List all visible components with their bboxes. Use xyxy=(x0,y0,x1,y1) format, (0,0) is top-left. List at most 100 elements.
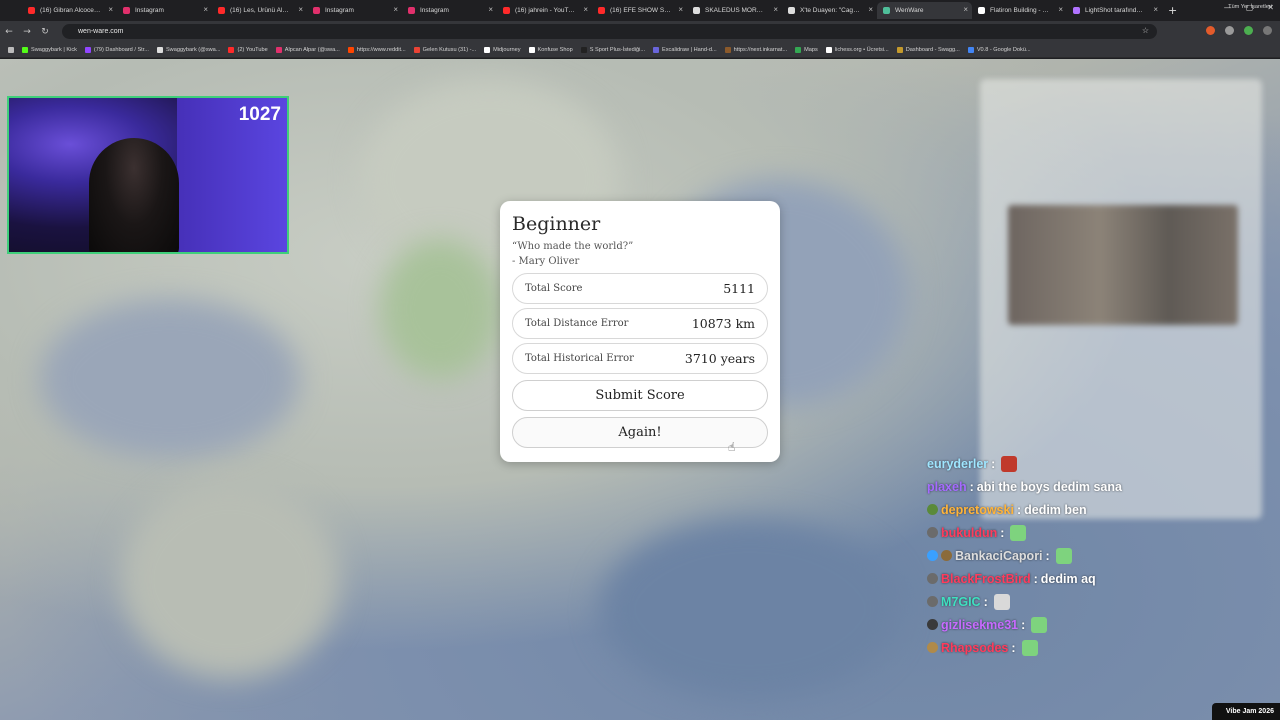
bookmark-favicon-icon xyxy=(795,46,802,53)
bookmark-favicon-icon xyxy=(84,46,91,53)
bookmark-item[interactable]: (2) YouTube xyxy=(228,46,268,53)
browser-tab[interactable]: X'te Duayen: "Cago w × xyxy=(782,2,877,19)
stream-chat-overlay: euryderler : plaxeh : abi the boys dedim … xyxy=(927,452,1187,659)
chat-emote-icon xyxy=(1021,639,1038,656)
bookmark-favicon-icon xyxy=(528,46,535,53)
bookmark-label: Swaggybark (@swa... xyxy=(165,46,221,53)
chat-separator: : xyxy=(1033,571,1038,586)
address-bar[interactable]: wen-ware.com ☆ xyxy=(62,24,1157,39)
tab-close-icon[interactable]: × xyxy=(678,5,683,14)
tab-favicon-icon xyxy=(408,7,415,14)
chat-badge-icon xyxy=(927,504,938,515)
chat-separator: : xyxy=(1045,548,1050,563)
submit-score-button[interactable]: Submit Score xyxy=(512,380,768,411)
vibe-jam-label: Vibe Jam 2026 xyxy=(1225,708,1274,715)
bookmark-favicon-icon xyxy=(580,46,587,53)
chat-text: dedim ben xyxy=(1024,502,1087,517)
bookmark-favicon-icon xyxy=(484,46,491,53)
tab-title: Instagram xyxy=(135,7,164,14)
stat-value: 3710 years xyxy=(684,351,755,366)
tab-close-icon[interactable]: × xyxy=(868,5,873,14)
browser-tab[interactable]: Instagram × xyxy=(117,2,212,19)
bookmark-item[interactable]: Midjourney xyxy=(484,46,521,53)
browser-tab[interactable]: (16) Gibran Alcocer - I × xyxy=(22,2,117,19)
tab-title: Instagram xyxy=(420,7,449,14)
browser-tab[interactable]: Instagram × xyxy=(307,2,402,19)
bookmark-item[interactable]: Gelen Kutusu (31) -... xyxy=(413,46,476,53)
all-bookmarks-folder[interactable]: Tüm Yer İşaretleri xyxy=(1228,4,1272,10)
vibe-jam-badge[interactable]: Vibe Jam 2026 xyxy=(1211,703,1280,720)
extension-icon[interactable] xyxy=(1206,26,1215,35)
puzzle-icon[interactable] xyxy=(1225,26,1234,35)
browser-tab[interactable]: Flatiron Building - Wik × xyxy=(972,2,1067,19)
tab-favicon-icon xyxy=(978,7,985,14)
stat-total-score: Total Score 5111 xyxy=(512,273,768,304)
tab-close-icon[interactable]: × xyxy=(203,5,208,14)
tab-favicon-icon xyxy=(123,7,130,14)
tab-close-icon[interactable]: × xyxy=(583,5,588,14)
bookmark-star-icon[interactable]: ☆ xyxy=(1142,26,1149,35)
stat-value: 10873 km xyxy=(691,316,755,331)
bookmark-item[interactable]: Konfuse Shop xyxy=(528,46,573,53)
chat-text: dedim aq xyxy=(1040,571,1096,586)
tab-favicon-icon xyxy=(883,7,890,14)
quote-block: “Who made the world?” - Mary Oliver xyxy=(512,239,768,269)
browser-tab[interactable]: WenWare × xyxy=(877,2,972,19)
tab-close-icon[interactable]: × xyxy=(773,5,778,14)
bookmark-item[interactable]: https://www.reddit... xyxy=(347,46,406,53)
tab-close-icon[interactable]: × xyxy=(1058,5,1063,14)
bookmark-item[interactable]: S Sport Plus-İstediği... xyxy=(580,46,645,53)
webcam-counter: 1027 xyxy=(238,104,281,125)
browser-tab[interactable]: (16) jahrein - YouTube × xyxy=(497,2,592,19)
bookmark-favicon-icon xyxy=(967,46,974,53)
bookmark-label: Midjourney xyxy=(493,46,521,53)
bookmark-item[interactable]: Swaggybark (@swa... xyxy=(156,46,221,53)
bookmark-label: Swaggybark | Kick xyxy=(31,46,77,53)
new-tab-icon[interactable]: + xyxy=(1168,4,1177,17)
reload-icon[interactable]: ↻ xyxy=(36,27,54,37)
chat-message: BlackFrostBird : dedim aq xyxy=(927,567,1187,590)
bookmark-item[interactable]: V0.8 - Google Dokü... xyxy=(967,46,1031,53)
apps-icon[interactable] xyxy=(8,46,14,53)
bookmark-favicon-icon xyxy=(653,46,660,53)
chat-message: euryderler : xyxy=(927,452,1187,475)
menu-icon[interactable] xyxy=(1263,26,1272,35)
bookmark-item[interactable]: Excalidraw | Hand-d... xyxy=(653,46,717,53)
bookmark-item[interactable]: Maps xyxy=(795,46,818,53)
tab-close-icon[interactable]: × xyxy=(393,5,398,14)
bookmark-item[interactable]: (79) Dashboard / Str... xyxy=(84,46,149,53)
forward-icon[interactable]: → xyxy=(18,27,36,37)
bookmark-item[interactable]: Swaggybark | Kick xyxy=(22,46,77,53)
bookmark-label: Alpcan Alpar (@swa... xyxy=(284,46,340,53)
chat-username: plaxeh xyxy=(927,479,967,494)
stat-distance-error: Total Distance Error 10873 km xyxy=(512,308,768,339)
tab-close-icon[interactable]: × xyxy=(488,5,493,14)
bookmark-item[interactable]: Alpcan Alpar (@swa... xyxy=(275,46,340,53)
profile-avatar[interactable] xyxy=(1244,26,1253,35)
browser-tab[interactable]: SKALEDUS MORTIMA × xyxy=(687,2,782,19)
bookmark-item[interactable]: https://next.inkarnat... xyxy=(724,46,787,53)
tab-favicon-icon xyxy=(28,7,35,14)
tab-title: Flatiron Building - Wik xyxy=(990,7,1051,14)
chat-separator: : xyxy=(1021,617,1026,632)
chat-text: abi the boys dedim sana xyxy=(976,479,1122,494)
results-modal: Beginner “Who made the world?” - Mary Ol… xyxy=(500,201,780,462)
browser-tab[interactable]: (16) Les, Ürünü Almak × xyxy=(212,2,307,19)
tab-title: (16) Gibran Alcocer - I xyxy=(40,7,101,14)
tab-close-icon[interactable]: × xyxy=(298,5,303,14)
tab-title: X'te Duayen: "Cago w xyxy=(800,7,861,14)
tab-close-icon[interactable]: × xyxy=(963,5,968,14)
tab-favicon-icon xyxy=(1073,7,1080,14)
tab-close-icon[interactable]: × xyxy=(108,5,113,14)
browser-tab[interactable]: LightShot tarafından I × xyxy=(1067,2,1162,19)
tab-close-icon[interactable]: × xyxy=(1153,5,1158,14)
browser-tab[interactable]: (16) EFE SHOW S3B2 × xyxy=(592,2,687,19)
bookmark-item[interactable]: lichess.org • Ücretsi... xyxy=(825,46,889,53)
tab-favicon-icon xyxy=(693,7,700,14)
tab-favicon-icon xyxy=(788,7,795,14)
bookmark-item[interactable]: Dashboard - Swagg... xyxy=(896,46,960,53)
chat-separator: : xyxy=(1016,502,1022,517)
browser-tab[interactable]: Instagram × xyxy=(402,2,497,19)
bookmark-label: V0.8 - Google Dokü... xyxy=(976,46,1031,53)
back-icon[interactable]: ← xyxy=(0,27,18,37)
